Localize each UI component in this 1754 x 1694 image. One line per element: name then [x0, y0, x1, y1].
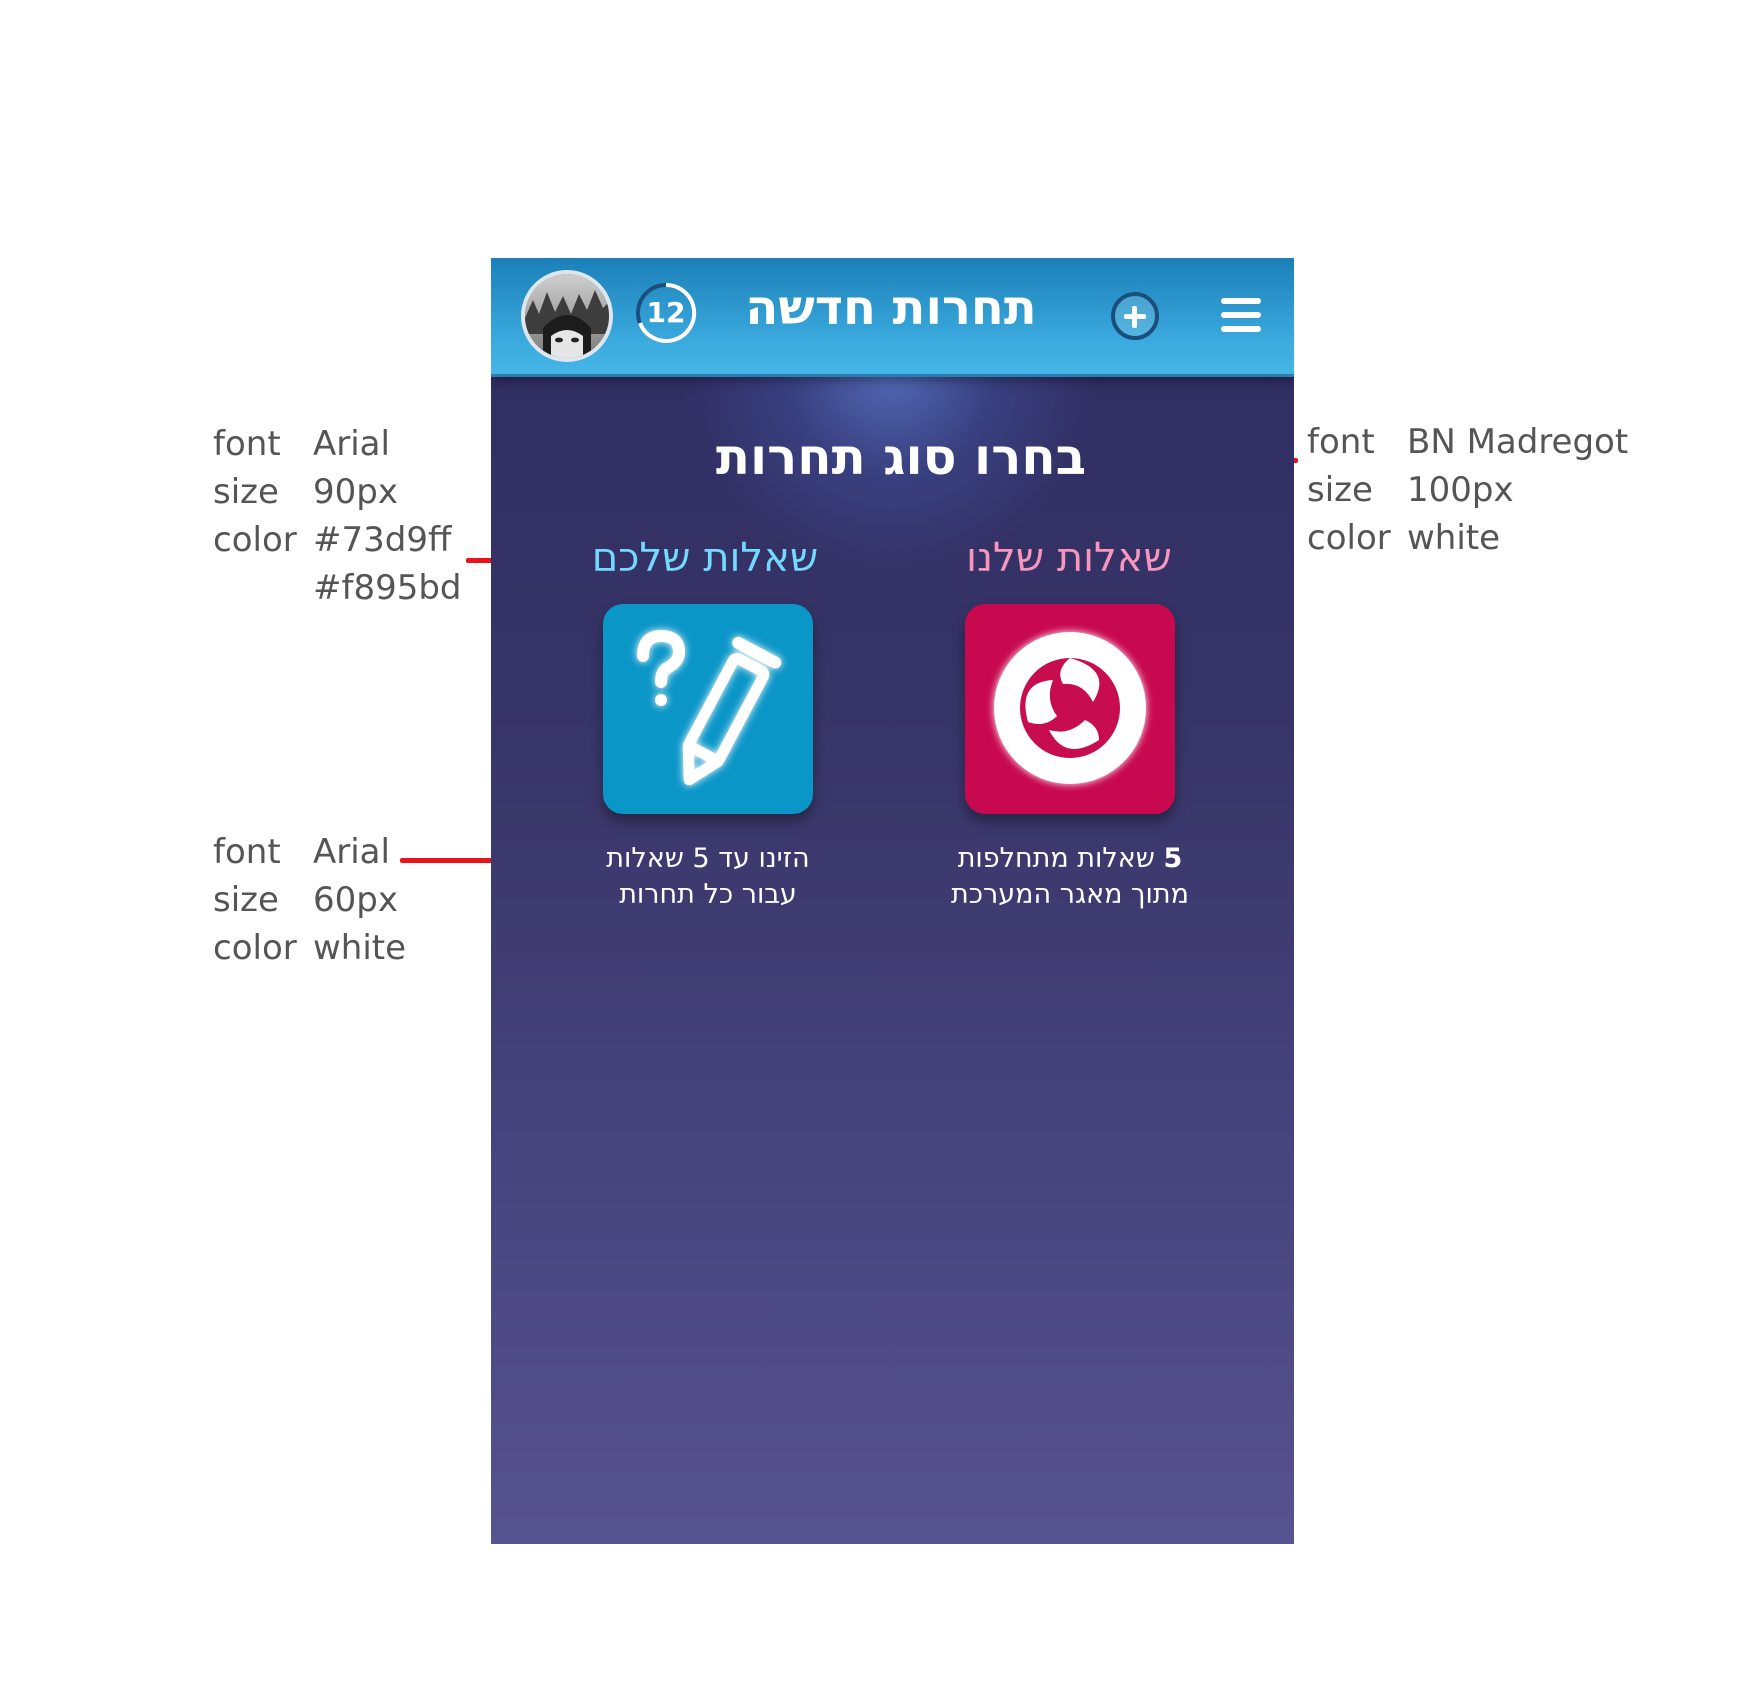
description-text: שאלות מתחלפות [957, 843, 1164, 874]
annotation-left-bottom: font Arial size 60px color white [213, 828, 406, 972]
app-screen: 12 תחרות חדשה בחרו סוג תחרות שאלות שלנו [491, 258, 1294, 1544]
annotation-value: #73d9ff [313, 520, 452, 560]
description-line: מתוך מאגר המערכת [950, 879, 1189, 910]
annotation-left-top: font Arial size 90px color #73d9ff #f895bd [213, 420, 462, 612]
annotation-value: white [1407, 518, 1501, 558]
annotation-key: font [213, 832, 281, 872]
annotation-key: size [213, 880, 279, 920]
annotation-value: BN Madregot [1407, 422, 1629, 462]
annotation-key: font [213, 424, 281, 464]
option-your-questions-button[interactable] [603, 604, 813, 814]
option-label-our-questions[interactable]: שאלות שלנו [909, 535, 1229, 581]
annotation-value: 60px [313, 880, 398, 920]
annotation-key: color [213, 520, 297, 560]
annotation-value: 90px [313, 472, 398, 512]
annotation-key: size [1307, 470, 1373, 510]
description-line: עבור כל תחרות [619, 879, 797, 910]
annotation-key: color [213, 928, 297, 968]
user-avatar-icon [525, 274, 609, 358]
section-title: בחרו סוג תחרות [715, 428, 1087, 486]
option-label-your-questions[interactable]: שאלות שלכם [545, 535, 865, 581]
annotation-right: font BN Madregot size 100px color white [1307, 418, 1628, 562]
annotation-value: #f895bd [313, 568, 462, 608]
hamburger-menu-icon[interactable] [1221, 298, 1261, 332]
top-bar: 12 תחרות חדשה [491, 258, 1294, 377]
option-your-questions-description: הזינו עד 5 שאלות עבור כל תחרות [528, 841, 888, 913]
description-line: 5 שאלות מתחלפות [890, 841, 1250, 877]
annotation-key: size [213, 472, 279, 512]
annotation-value: Arial [313, 424, 390, 464]
counter-badge[interactable]: 12 [638, 285, 694, 341]
option-our-questions-description: 5 שאלות מתחלפות מתוך מאגר המערכת [890, 841, 1250, 913]
annotation-value: white [313, 928, 407, 968]
description-line: הזינו עד 5 שאלות [606, 843, 810, 874]
avatar[interactable] [521, 270, 613, 362]
option-our-questions-button[interactable] [965, 604, 1175, 814]
annotation-value: 100px [1407, 470, 1514, 510]
question-count: 5 [1163, 843, 1183, 874]
swirl-icon [994, 632, 1146, 784]
annotation-key: color [1307, 518, 1391, 558]
annotation-value: Arial [313, 832, 390, 872]
annotation-key: font [1307, 422, 1375, 462]
page-title: תחרות חדשה [745, 280, 1037, 336]
question-pencil-icon [637, 630, 782, 786]
plus-circle-icon[interactable] [1111, 292, 1159, 340]
